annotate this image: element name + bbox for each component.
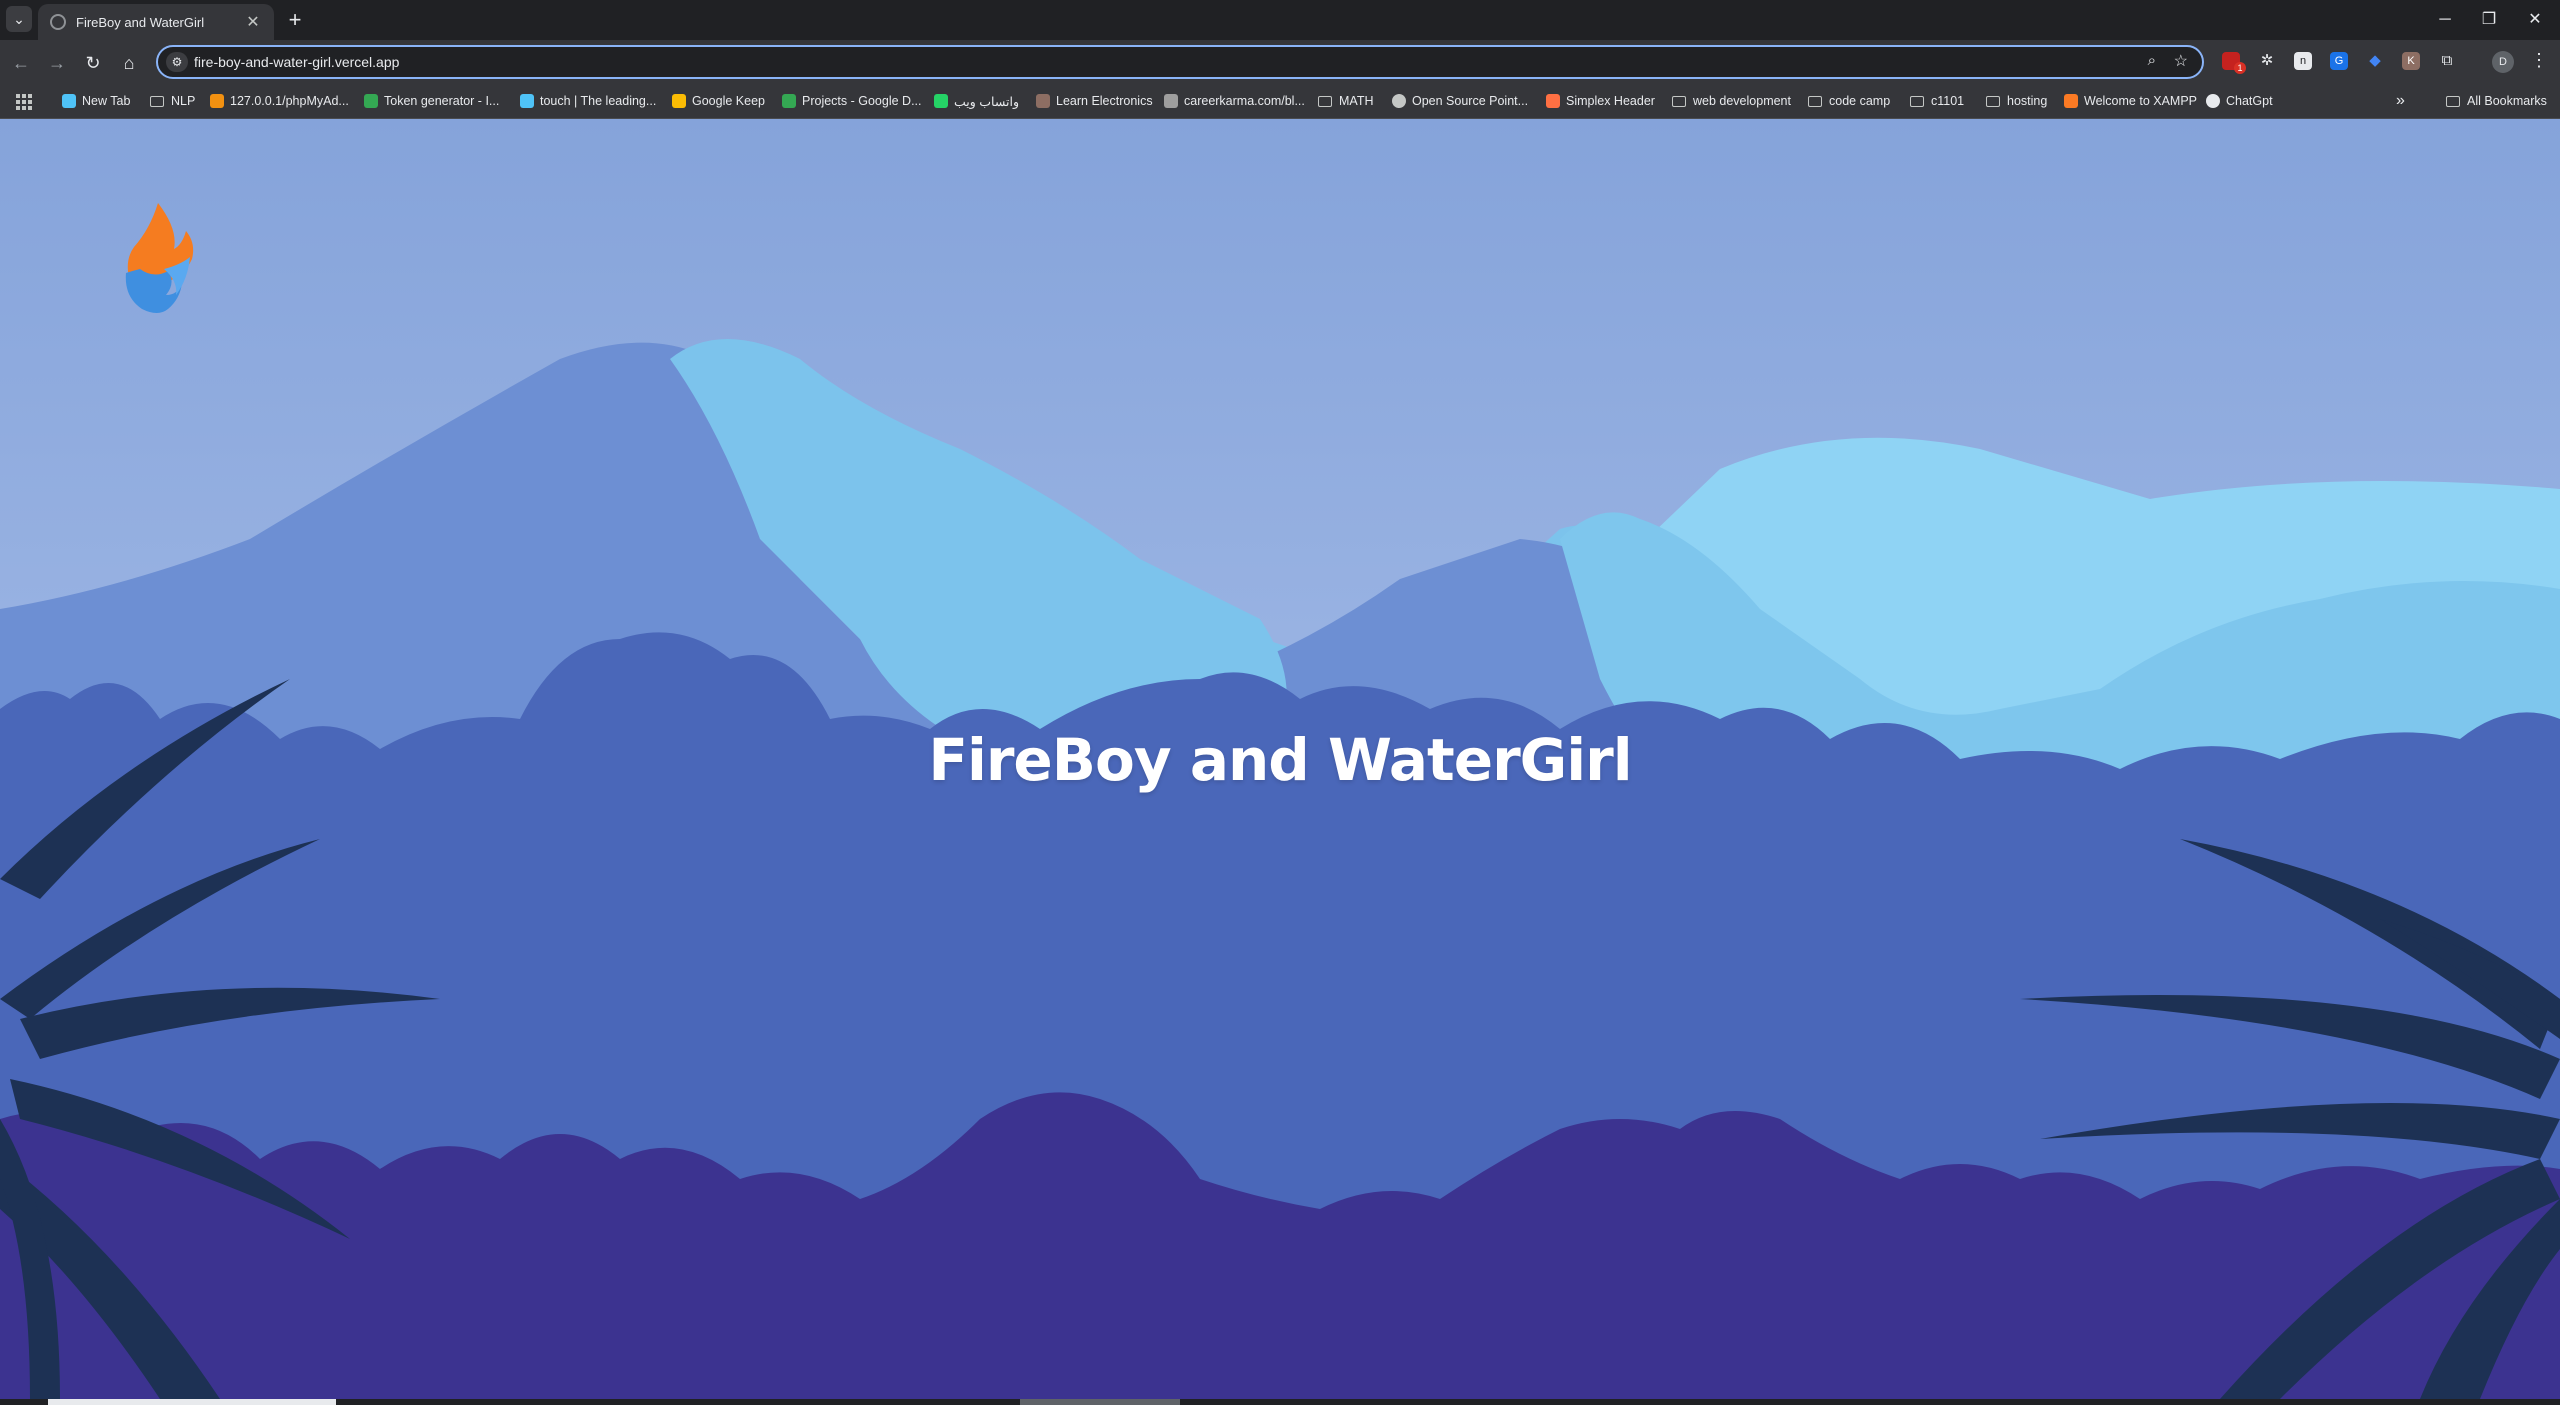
bookmark-label: New Tab bbox=[82, 94, 131, 108]
extension-2-icon[interactable]: ✲ bbox=[2258, 52, 2276, 70]
bookmark-item[interactable]: NLP bbox=[150, 86, 195, 116]
page-viewport: FireBoy and WaterGirl bbox=[0, 119, 2560, 1399]
profile-avatar[interactable]: D bbox=[2492, 51, 2514, 73]
bookmark-label: MATH bbox=[1339, 94, 1374, 108]
bookmark-label: web development bbox=[1693, 94, 1791, 108]
bookmark-item[interactable]: New Tab bbox=[62, 86, 130, 116]
tab-search-chevron-icon[interactable]: ⌄ bbox=[6, 6, 32, 32]
folder-icon bbox=[150, 95, 164, 107]
forward-arrow-icon[interactable]: → bbox=[44, 50, 70, 76]
folder-icon bbox=[1672, 95, 1686, 107]
bookmark-item[interactable]: Google Keep bbox=[672, 86, 765, 116]
bookmarks-overflow-icon[interactable]: » bbox=[2396, 86, 2405, 116]
site-info-icon[interactable]: ⚙ bbox=[166, 52, 188, 72]
folder-icon bbox=[1986, 95, 2000, 107]
new-tab-button[interactable]: + bbox=[282, 8, 308, 34]
extensions-puzzle-icon[interactable]: ⧉ bbox=[2438, 52, 2456, 70]
tab-close-icon[interactable]: ✕ bbox=[242, 12, 264, 32]
bookmark-label: Welcome to XAMPP bbox=[2084, 94, 2198, 108]
folder-icon bbox=[2446, 95, 2460, 107]
extension-6-icon[interactable]: K bbox=[2402, 52, 2420, 70]
chatgpt-icon bbox=[2206, 94, 2220, 108]
token-icon bbox=[364, 94, 378, 108]
apps-grid-icon[interactable] bbox=[16, 94, 32, 110]
bookmark-label: 127.0.0.1/phpMyAd... bbox=[230, 94, 349, 108]
bookmark-label: Open Source Point... bbox=[1412, 94, 1529, 108]
browser-chrome: ⌄ FireBoy and WaterGirl ✕ + ─ ❐ ✕ ← → ↻ … bbox=[0, 0, 2560, 119]
folder-icon bbox=[1910, 95, 1924, 107]
bookmark-item[interactable]: web development bbox=[1672, 86, 1791, 116]
all-bookmarks-label: All Bookmarks bbox=[2467, 94, 2547, 108]
phpmyadmin-icon bbox=[210, 94, 224, 108]
whatsapp-icon bbox=[934, 94, 948, 108]
xampp-icon bbox=[2064, 94, 2078, 108]
bookmark-label: NLP bbox=[171, 94, 196, 108]
bookmark-item[interactable]: Welcome to XAMPP bbox=[2064, 86, 2197, 116]
tab-active[interactable]: FireBoy and WaterGirl ✕ bbox=[38, 4, 274, 40]
bookmark-item[interactable]: Learn Electronics bbox=[1036, 86, 1153, 116]
bookmark-item[interactable]: MATH bbox=[1318, 86, 1374, 116]
bookmark-item[interactable]: ChatGpt bbox=[2206, 86, 2273, 116]
zoom-icon[interactable]: ⌕ bbox=[2148, 52, 2156, 69]
all-bookmarks-button[interactable]: All Bookmarks bbox=[2446, 86, 2547, 116]
bookmark-item[interactable]: واتساب ويب bbox=[934, 86, 1019, 116]
bookmark-label: c1101 bbox=[1931, 94, 1965, 108]
bookmark-item[interactable]: careerkarma.com/bl... bbox=[1164, 86, 1305, 116]
bookmark-label: hosting bbox=[2007, 94, 2048, 108]
bookmark-item[interactable]: code camp bbox=[1808, 86, 1890, 116]
bookmark-label: code camp bbox=[1829, 94, 1891, 108]
close-window-button[interactable]: ✕ bbox=[2512, 4, 2558, 36]
back-arrow-icon[interactable]: ← bbox=[8, 50, 34, 76]
bookmarks-bar: New Tab NLP 127.0.0.1/phpMyAd... Token gene… bbox=[0, 86, 2560, 119]
bookmark-label: Token generator - I... bbox=[384, 94, 500, 108]
fireboy-watergirl-logo[interactable] bbox=[120, 199, 200, 319]
new-tab-icon bbox=[62, 94, 76, 108]
folder-icon bbox=[1808, 95, 1822, 107]
bookmark-label: touch | The leading... bbox=[540, 94, 657, 108]
horizontal-scrollbar[interactable] bbox=[0, 1399, 2560, 1405]
tab-favicon-icon bbox=[50, 14, 66, 30]
folder-icon bbox=[1318, 95, 1332, 107]
extension-badge: 1 bbox=[2234, 62, 2246, 74]
bookmark-item[interactable]: touch | The leading... bbox=[520, 86, 656, 116]
browser-toolbar: ← → ↻ ⌂ ⚙ fire-boy-and-water-girl.vercel… bbox=[0, 40, 2560, 86]
simplex-icon bbox=[1546, 94, 1560, 108]
bookmark-item[interactable]: Open Source Point... bbox=[1392, 86, 1528, 116]
address-bar[interactable]: ⚙ fire-boy-and-water-girl.vercel.app ⌕ ☆ bbox=[156, 45, 2204, 79]
bookmark-label: Simplex Header bbox=[1566, 94, 1655, 108]
bookmark-item[interactable]: Simplex Header bbox=[1546, 86, 1655, 116]
bookmark-label: Learn Electronics bbox=[1056, 94, 1153, 108]
bookmark-item[interactable]: hosting bbox=[1986, 86, 2047, 116]
restore-button[interactable]: ❐ bbox=[2466, 4, 2512, 36]
extension-3-icon[interactable]: n bbox=[2294, 52, 2312, 70]
reload-icon[interactable]: ↻ bbox=[80, 50, 106, 76]
touch-icon bbox=[520, 94, 534, 108]
scrollbar-marker bbox=[1020, 1399, 1180, 1405]
careerkarma-icon bbox=[1164, 94, 1178, 108]
scrollbar-thumb[interactable] bbox=[48, 1399, 336, 1405]
bookmark-item[interactable]: Token generator - I... bbox=[364, 86, 499, 116]
home-icon[interactable]: ⌂ bbox=[116, 50, 142, 76]
bookmark-label: واتساب ويب bbox=[954, 94, 1019, 109]
bookmark-label: Google Keep bbox=[692, 94, 765, 108]
drive-icon bbox=[782, 94, 796, 108]
keep-icon bbox=[672, 94, 686, 108]
browser-menu-icon[interactable]: ⋮ bbox=[2530, 50, 2548, 71]
tab-title: FireBoy and WaterGirl bbox=[76, 14, 205, 30]
extension-4-icon[interactable]: G bbox=[2330, 52, 2348, 70]
bookmark-label: Projects - Google D... bbox=[802, 94, 922, 108]
bookmark-item[interactable]: c1101 bbox=[1910, 86, 1964, 116]
minimize-button[interactable]: ─ bbox=[2422, 4, 2468, 36]
tab-strip: ⌄ FireBoy and WaterGirl ✕ + ─ ❐ ✕ bbox=[0, 0, 2560, 40]
page-title: FireBoy and WaterGirl bbox=[928, 726, 1632, 794]
bookmark-star-icon[interactable]: ☆ bbox=[2174, 51, 2188, 71]
electronics-icon bbox=[1036, 94, 1050, 108]
link-icon bbox=[1392, 94, 1406, 108]
extension-5-icon[interactable]: ◆ bbox=[2366, 52, 2384, 70]
bookmark-label: careerkarma.com/bl... bbox=[1184, 94, 1305, 108]
url-text[interactable]: fire-boy-and-water-girl.vercel.app bbox=[194, 54, 399, 70]
bookmark-item[interactable]: 127.0.0.1/phpMyAd... bbox=[210, 86, 349, 116]
bookmark-item[interactable]: Projects - Google D... bbox=[782, 86, 922, 116]
bookmark-label: ChatGpt bbox=[2226, 94, 2273, 108]
